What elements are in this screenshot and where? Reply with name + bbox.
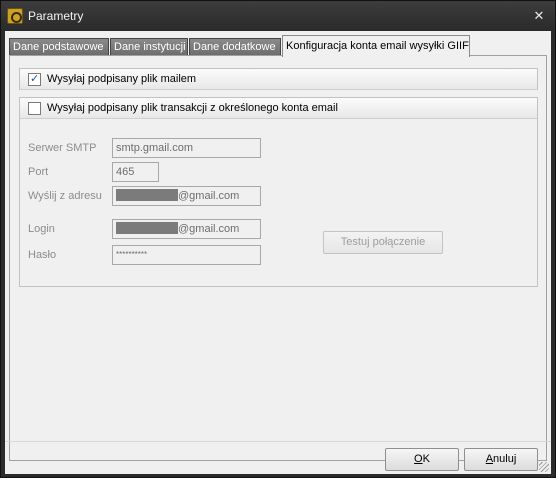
port-label: Port (28, 166, 49, 178)
redacted-block (116, 189, 178, 202)
from-address-label: Wyślij z adresu (28, 190, 102, 202)
parametry-window: Parametry ✕ Dane podstawowe Dane instytu… (0, 0, 556, 478)
smtp-server-label: Serwer SMTP (28, 142, 97, 154)
group-send-from-account: Wysyłaj podpisany plik transakcji z okre… (19, 97, 538, 287)
group-send-by-mail: ✓ Wysyłaj podpisany plik mailem (19, 68, 538, 90)
resize-grip-icon[interactable] (539, 462, 549, 472)
group-header-send-by-mail: ✓ Wysyłaj podpisany plik mailem (20, 69, 537, 90)
send-by-mail-label: Wysyłaj podpisany plik mailem (47, 73, 197, 85)
redacted-block (116, 222, 178, 235)
window-title: Parametry (28, 9, 84, 23)
from-address-domain: @gmail.com (178, 190, 240, 202)
group-header-send-from-account: Wysyłaj podpisany plik transakcji z okre… (20, 98, 537, 119)
checkmark-icon: ✓ (30, 73, 40, 85)
send-by-mail-checkbox[interactable]: ✓ (28, 73, 41, 86)
send-from-account-label: Wysyłaj podpisany plik transakcji z okre… (47, 102, 338, 114)
login-domain: @gmail.com (178, 223, 240, 235)
ok-label-rest: K (422, 453, 430, 465)
test-connection-button[interactable]: Testuj połączenie (323, 231, 443, 254)
cancel-mnemonic: A (485, 453, 494, 465)
cancel-label-rest: nuluj (493, 453, 517, 465)
ok-mnemonic: O (414, 453, 423, 465)
smtp-server-input[interactable]: smtp.gmail.com (112, 138, 261, 158)
footer-separator (5, 441, 551, 442)
password-input[interactable]: ********** (112, 245, 261, 265)
close-icon[interactable]: ✕ (531, 8, 547, 24)
send-from-account-checkbox[interactable] (28, 102, 41, 115)
dialog-client-area: Dane podstawowe Dane instytucji Dane dod… (5, 31, 551, 474)
login-input[interactable]: @gmail.com (112, 219, 261, 239)
cancel-button[interactable]: Anuluj (464, 448, 538, 471)
password-label: Hasło (28, 249, 57, 261)
ok-button[interactable]: OK (385, 448, 459, 471)
app-key-icon (7, 8, 23, 24)
title-bar[interactable]: Parametry ✕ (1, 1, 555, 31)
tab-panel-konfiguracja: ✓ Wysyłaj podpisany plik mailem Wysyłaj … (9, 55, 547, 461)
port-input[interactable]: 465 (112, 162, 159, 182)
from-address-input[interactable]: @gmail.com (112, 186, 261, 206)
login-label: Login (28, 223, 55, 235)
tab-konfiguracja-email[interactable]: Konfiguracja konta email wysyłki GIIF (282, 35, 470, 57)
